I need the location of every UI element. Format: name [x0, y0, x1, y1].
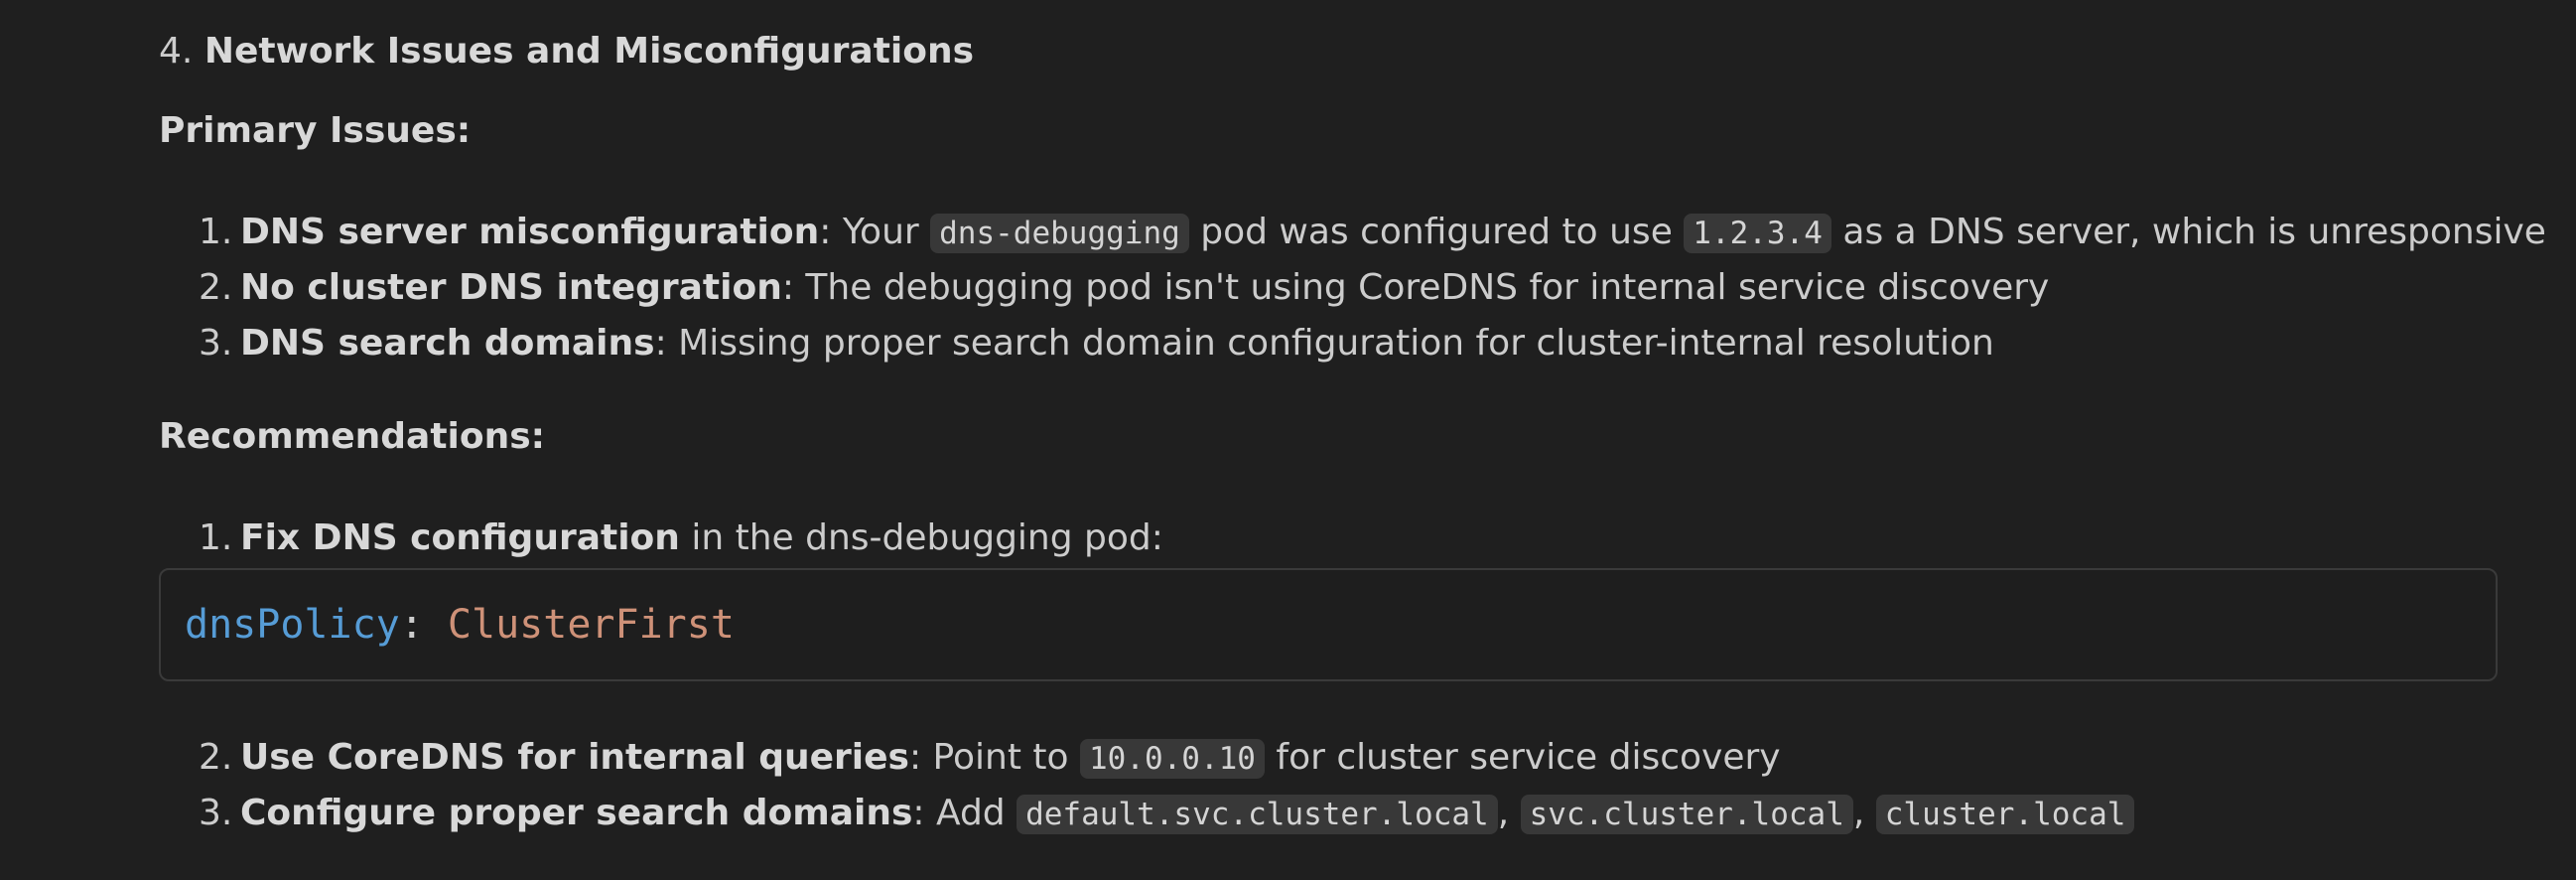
inline-code: 1.2.3.4	[1684, 214, 1831, 253]
code-value: ClusterFirst	[447, 602, 735, 648]
inline-code: default.svc.cluster.local	[1017, 795, 1498, 834]
list-item-text: : Point to	[908, 737, 1080, 778]
list-item-text: ,	[1852, 793, 1876, 833]
section-heading: 4. Network Issues and Misconfigurations	[159, 24, 974, 79]
inline-code: dns-debugging	[930, 214, 1189, 253]
list-item-text: : Add	[912, 793, 1017, 833]
list-item-title: DNS server misconfiguration	[240, 212, 820, 252]
code-separator: :	[399, 602, 448, 648]
list-item-text: in the dns-debugging pod:	[679, 517, 1163, 558]
list-item-title: Configure proper search domains	[240, 793, 913, 833]
list-number: 2.	[199, 737, 233, 778]
section-title: Network Issues and Misconfigurations	[203, 31, 975, 72]
section-number: 4.	[159, 31, 194, 72]
list-item: 1. Fix DNS configuration in the dns-debug…	[199, 511, 1163, 566]
list-item-title: DNS search domains	[240, 323, 655, 364]
list-item-text: as a DNS server, which is unresponsive	[1830, 212, 2546, 252]
list-item-title: No cluster DNS integration	[240, 267, 782, 308]
recommendations-heading: Recommendations:	[159, 416, 546, 457]
list-item-text: : Missing proper search domain configura…	[654, 323, 1994, 364]
inline-code: 10.0.0.10	[1079, 739, 1265, 779]
list-item-text: ,	[1497, 793, 1521, 833]
list-item-text: : Your	[819, 212, 931, 252]
list-item-title: Fix DNS configuration	[240, 517, 680, 558]
list-number: 1.	[199, 517, 233, 558]
list-item-text: : The debugging pod isn't using CoreDNS …	[781, 267, 2050, 308]
code-block[interactable]: dnsPolicy: ClusterFirst	[159, 568, 2498, 681]
list-item: 3. DNS search domains: Missing proper sea…	[199, 316, 1994, 371]
code-line: dnsPolicy: ClusterFirst	[185, 600, 735, 650]
list-item-title: Use CoreDNS for internal queries	[240, 737, 909, 778]
list-item-text: for cluster service discovery	[1264, 737, 1781, 778]
inline-code: cluster.local	[1875, 795, 2135, 834]
list-number: 1.	[199, 212, 233, 252]
list-number: 3.	[199, 793, 233, 833]
list-item: 2. Use CoreDNS for internal queries: Poin…	[199, 730, 1781, 787]
list-number: 3.	[199, 323, 233, 364]
code-key: dnsPolicy	[185, 602, 400, 648]
primary-issues-heading: Primary Issues:	[159, 110, 472, 151]
list-item: 1. DNS server misconfiguration: Your dns-…	[199, 205, 2546, 261]
list-number: 2.	[199, 267, 233, 308]
list-item: 2. No cluster DNS integration: The debugg…	[199, 260, 2049, 316]
inline-code: svc.cluster.local	[1520, 795, 1853, 834]
list-item: 3. Configure proper search domains: Add d…	[199, 786, 2135, 842]
list-item-text: pod was configured to use	[1188, 212, 1685, 252]
